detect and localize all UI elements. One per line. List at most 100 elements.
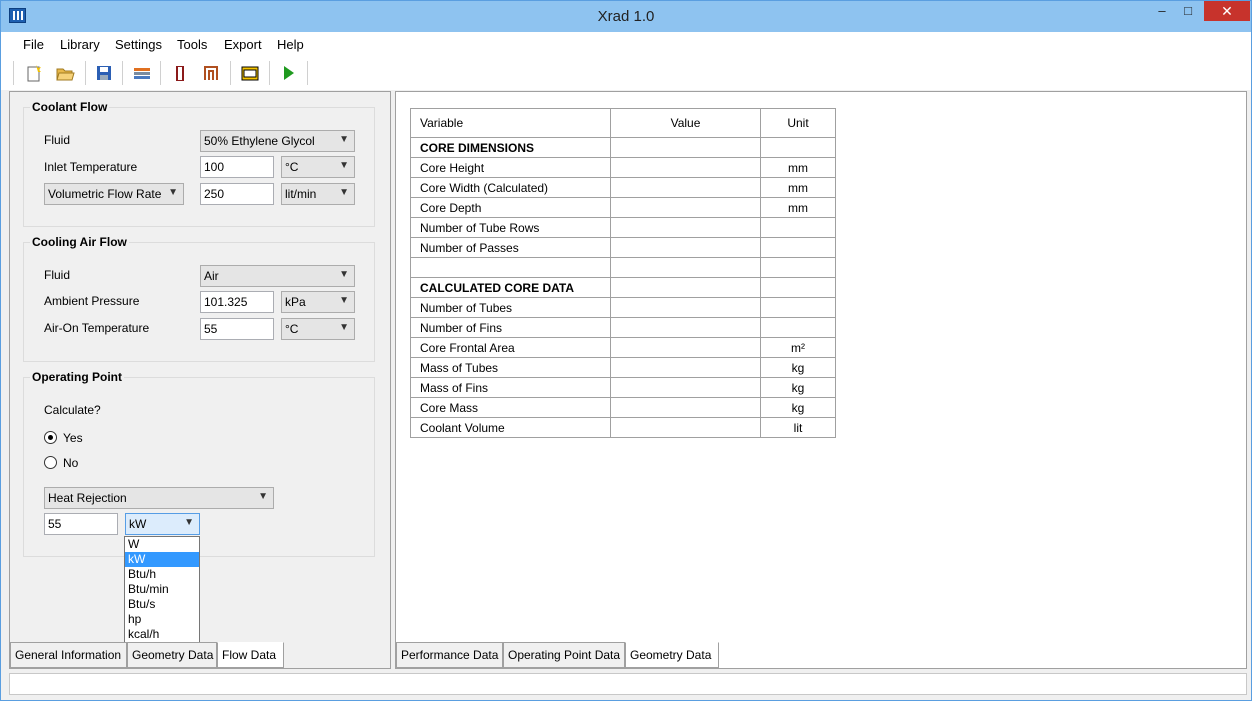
ambient-pressure-input[interactable]: 101.325	[200, 291, 274, 313]
flow-type-select[interactable]: Volumetric Flow Rate ▼	[44, 183, 184, 205]
value-cell[interactable]	[610, 237, 761, 258]
panel-icon[interactable]	[240, 63, 260, 83]
menu-tools[interactable]: Tools	[177, 37, 207, 52]
variable-cell: Number of Fins	[410, 317, 611, 338]
flow-unit-select[interactable]: lit/min ▼	[281, 183, 355, 205]
unit-cell	[760, 237, 836, 258]
run-icon[interactable]	[278, 63, 298, 83]
variable-cell: Coolant Volume	[410, 417, 611, 438]
table-row[interactable]: CALCULATED CORE DATA	[410, 277, 836, 298]
yes-radio[interactable]	[44, 431, 57, 444]
tab-operating-point-data[interactable]: Operating Point Data	[503, 642, 625, 668]
unit-option-btu-s[interactable]: Btu/s	[125, 597, 199, 612]
chevron-down-icon: ▼	[339, 187, 349, 198]
flow-rate-input[interactable]: 250	[200, 183, 274, 205]
tab-geometry-data-left[interactable]: Geometry Data	[127, 642, 217, 668]
value-cell[interactable]	[610, 337, 761, 358]
air-on-unit-select[interactable]: °C ▼	[281, 318, 355, 340]
ambient-pressure-label: Ambient Pressure	[44, 294, 140, 308]
tab-performance-data[interactable]: Performance Data	[396, 642, 503, 668]
table-row[interactable]: Core Height mm	[410, 157, 836, 178]
unit-option-btu-min[interactable]: Btu/min	[125, 582, 199, 597]
table-row[interactable]: CORE DIMENSIONS	[410, 137, 836, 158]
value-cell[interactable]	[610, 177, 761, 198]
unit-cell	[760, 317, 836, 338]
air-on-temperature-label: Air-On Temperature	[44, 321, 150, 335]
value-cell[interactable]	[610, 217, 761, 238]
value-cell[interactable]	[610, 377, 761, 398]
operating-unit-select[interactable]: kW ▼	[125, 513, 200, 535]
app-window: Xrad 1.0 – □ ✕ File Library Settings Too…	[0, 0, 1252, 701]
menu-help[interactable]: Help	[277, 37, 304, 52]
table-row[interactable]: Number of Tubes	[410, 297, 836, 318]
air-on-temperature-input[interactable]: 55	[200, 318, 274, 340]
no-radio[interactable]	[44, 456, 57, 469]
value-cell[interactable]	[610, 417, 761, 438]
value-cell[interactable]	[610, 317, 761, 338]
tube-icon[interactable]	[201, 63, 221, 83]
table-row[interactable]: Core Mass kg	[410, 397, 836, 418]
menu-export[interactable]: Export	[224, 37, 262, 52]
close-button[interactable]: ✕	[1204, 1, 1250, 21]
unit-option-btu-h[interactable]: Btu/h	[125, 567, 199, 582]
value-cell[interactable]	[610, 357, 761, 378]
table-row[interactable]: Mass of Fins kg	[410, 377, 836, 398]
menu-settings[interactable]: Settings	[115, 37, 162, 52]
tab-flow-data[interactable]: Flow Data	[217, 642, 284, 668]
red-bar-icon[interactable]	[170, 63, 190, 83]
unit-option-hp[interactable]: hp	[125, 612, 199, 627]
air-fluid-value: Air	[204, 269, 219, 283]
pressure-unit-value: kPa	[285, 295, 306, 309]
tab-general-information[interactable]: General Information	[10, 642, 127, 668]
inlet-temperature-input[interactable]: 100	[200, 156, 274, 178]
table-row[interactable]: Core Width (Calculated) mm	[410, 177, 836, 198]
new-file-icon[interactable]	[24, 63, 44, 83]
yes-label[interactable]: Yes	[63, 431, 83, 445]
variable-cell: Core Depth	[410, 197, 611, 218]
chevron-down-icon: ▼	[258, 491, 268, 502]
open-folder-icon[interactable]	[55, 63, 75, 83]
unit-option-kcal-h[interactable]: kcal/h	[125, 627, 199, 642]
flow-unit-value: lit/min	[285, 187, 317, 201]
chevron-down-icon: ▼	[184, 517, 194, 528]
table-row[interactable]	[410, 257, 836, 278]
tab-geometry-data-right[interactable]: Geometry Data	[625, 642, 719, 668]
menu-bar: File Library Settings Tools Export Help	[1, 32, 1251, 56]
flow-type-value: Volumetric Flow Rate	[48, 187, 162, 201]
table-row[interactable]: Coolant Volume lit	[410, 417, 836, 438]
value-cell[interactable]	[610, 137, 761, 158]
value-cell[interactable]	[610, 297, 761, 318]
operating-mode-select[interactable]: Heat Rejection ▼	[44, 487, 274, 509]
minimize-button[interactable]: –	[1149, 1, 1175, 21]
coolant-fluid-select[interactable]: 50% Ethylene Glycol ▼	[200, 130, 355, 152]
air-fluid-select[interactable]: Air ▼	[200, 265, 355, 287]
value-cell[interactable]	[610, 277, 761, 298]
table-row[interactable]: Core Depth mm	[410, 197, 836, 218]
value-cell[interactable]	[610, 397, 761, 418]
save-icon[interactable]	[94, 63, 114, 83]
maximize-button[interactable]: □	[1175, 1, 1201, 21]
unit-option-w[interactable]: W	[125, 537, 199, 552]
header-value: Value	[610, 108, 761, 138]
chevron-down-icon: ▼	[339, 160, 349, 171]
unit-option-kw[interactable]: kW	[125, 552, 199, 567]
inlet-unit-select[interactable]: °C ▼	[281, 156, 355, 178]
table-row[interactable]: Core Frontal Area m²	[410, 337, 836, 358]
menu-file[interactable]: File	[23, 37, 44, 52]
value-cell[interactable]	[610, 257, 761, 278]
value-cell[interactable]	[610, 157, 761, 178]
table-row[interactable]: Mass of Tubes kg	[410, 357, 836, 378]
menu-library[interactable]: Library	[60, 37, 100, 52]
table-row[interactable]: Number of Fins	[410, 317, 836, 338]
operating-value-input[interactable]: 55	[44, 513, 118, 535]
table-row[interactable]: Number of Tube Rows	[410, 217, 836, 238]
window-title: Xrad 1.0	[597, 8, 655, 25]
air-fluid-label: Fluid	[44, 268, 71, 282]
unit-cell: mm	[760, 197, 836, 218]
chevron-down-icon: ▼	[339, 134, 349, 145]
no-label[interactable]: No	[63, 456, 78, 470]
table-row[interactable]: Number of Passes	[410, 237, 836, 258]
pressure-unit-select[interactable]: kPa ▼	[281, 291, 355, 313]
layers-icon[interactable]	[132, 63, 152, 83]
value-cell[interactable]	[610, 197, 761, 218]
